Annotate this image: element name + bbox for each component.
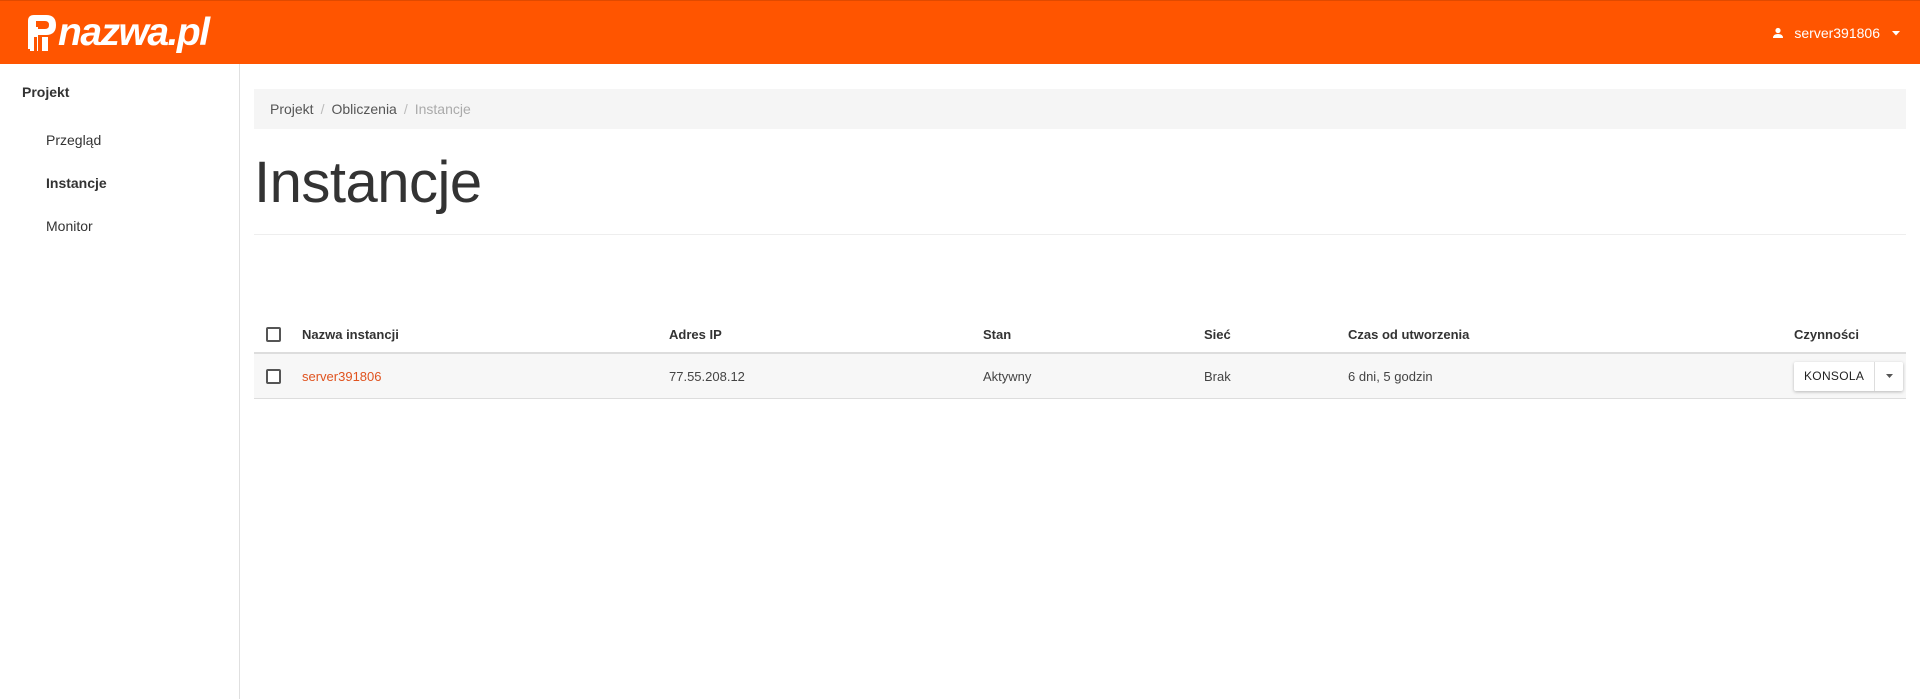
sidebar: Projekt Przegląd Instancje Monitor xyxy=(0,64,240,699)
breadcrumb-obliczenia[interactable]: Obliczenia xyxy=(331,101,396,117)
breadcrumb-separator: / xyxy=(320,101,325,117)
instance-network: Brak xyxy=(1204,368,1231,384)
row-select-cell xyxy=(266,354,281,398)
column-header-ip[interactable]: Adres IP xyxy=(669,316,722,352)
sidebar-item-monitor[interactable]: Monitor xyxy=(46,218,93,234)
column-header-age[interactable]: Czas od utworzenia xyxy=(1348,316,1469,352)
top-bar: nazwa.pl server391806 xyxy=(0,0,1920,64)
username: server391806 xyxy=(1794,25,1880,41)
column-header-state[interactable]: Stan xyxy=(983,316,1011,352)
instance-name-link[interactable]: server391806 xyxy=(302,369,382,384)
instance-ip: 77.55.208.12 xyxy=(669,368,745,384)
breadcrumb-separator: / xyxy=(403,101,408,117)
instance-name-cell: server391806 xyxy=(302,354,382,398)
instance-state: Aktywny xyxy=(983,368,1032,384)
actions-dropdown-toggle[interactable] xyxy=(1875,362,1903,391)
title-divider xyxy=(254,234,1906,235)
brand-name: nazwa.pl xyxy=(58,11,210,54)
instances-table: Nazwa instancji Adres IP Stan Sieć Czas … xyxy=(254,316,1906,399)
console-button[interactable]: KONSOLA xyxy=(1794,361,1876,391)
caret-down-icon xyxy=(1885,374,1893,378)
breadcrumb: Projekt / Obliczenia / Instancje xyxy=(254,89,1906,129)
breadcrumb-current: Instancje xyxy=(414,101,471,117)
brand-logo[interactable]: nazwa.pl xyxy=(24,11,210,54)
caret-down-icon xyxy=(1892,30,1900,36)
user-icon xyxy=(1772,27,1784,39)
row-checkbox[interactable] xyxy=(266,368,281,384)
select-all-checkbox[interactable] xyxy=(266,326,281,342)
sidebar-section-title[interactable]: Projekt xyxy=(22,84,69,100)
instance-actions-cell: KONSOLA xyxy=(1794,354,1904,398)
sidebar-item-instancje[interactable]: Instancje xyxy=(46,175,107,191)
column-header-name[interactable]: Nazwa instancji xyxy=(302,316,399,352)
instance-age: 6 dni, 5 godzin xyxy=(1348,368,1433,384)
console-button-group: KONSOLA xyxy=(1794,361,1904,391)
column-header-network[interactable]: Sieć xyxy=(1204,316,1231,352)
table-row: server391806 77.55.208.12 Aktywny Brak 6… xyxy=(254,354,1906,399)
logo-icon xyxy=(28,15,56,51)
select-all-cell xyxy=(266,316,281,352)
column-header-actions: Czynności xyxy=(1794,326,1860,342)
table-header: Nazwa instancji Adres IP Stan Sieć Czas … xyxy=(254,316,1906,354)
breadcrumb-projekt[interactable]: Projekt xyxy=(270,101,314,117)
sidebar-item-przeglad[interactable]: Przegląd xyxy=(46,132,101,148)
page-title: Instancje xyxy=(254,150,482,215)
user-menu[interactable]: server391806 xyxy=(1772,1,1900,65)
